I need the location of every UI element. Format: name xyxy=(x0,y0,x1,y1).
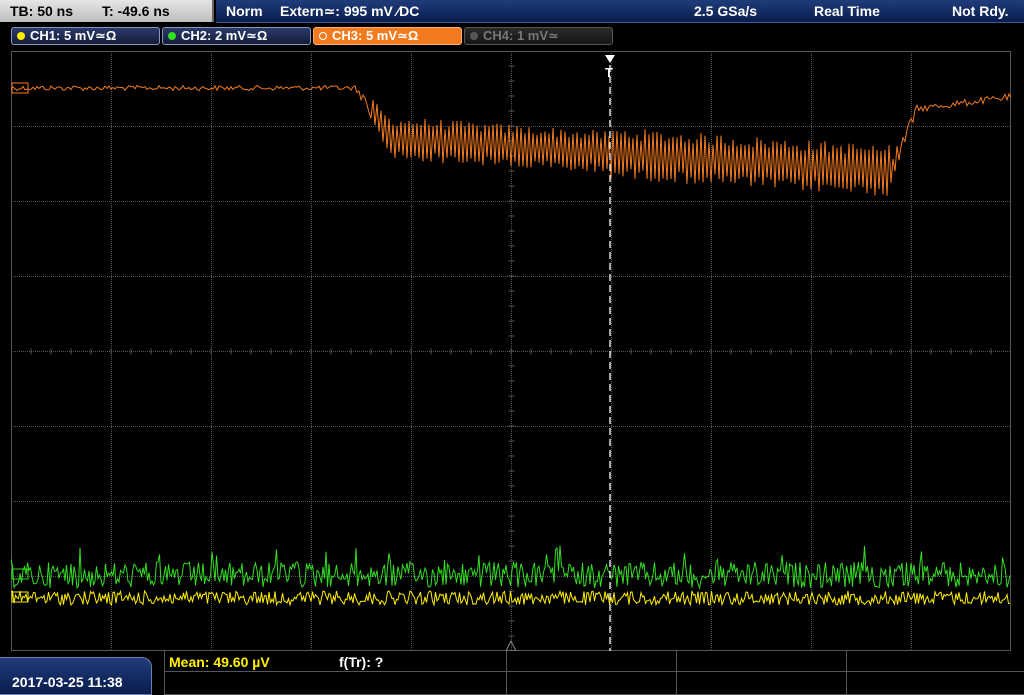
measurement-cell xyxy=(164,672,506,695)
bottom-bar: 2017-03-25 11:38 Mean: 49.60 µV f(Tr): ? xyxy=(0,651,1024,695)
graticule xyxy=(11,51,1011,651)
trigger-marker-icon[interactable] xyxy=(605,55,615,63)
measurement-cell xyxy=(846,651,1024,672)
measurement-cell xyxy=(506,651,676,672)
status-bar: TB: 50 ns T: -49.6 ns Norm Extern≃: 995 … xyxy=(0,0,1024,24)
waveform-canvas: T xyxy=(11,51,1011,651)
channel-bar: CH1: 5 mV≃Ω CH2: 2 mV≃Ω CH3: 5 mV≃Ω CH4:… xyxy=(0,24,1024,48)
channel-ch1-button[interactable]: CH1: 5 mV≃Ω xyxy=(11,27,160,45)
ch4-indicator-icon xyxy=(470,32,478,40)
channel-ch2-button[interactable]: CH2: 2 mV≃Ω xyxy=(162,27,311,45)
timebase-readout: TB: 50 ns xyxy=(10,3,74,19)
ch4-label: CH4: 1 mV≃ xyxy=(483,28,559,43)
trigger-source: Extern≃: 995 mV ∕DC xyxy=(280,3,420,19)
datetime-readout: 2017-03-25 11:38 xyxy=(12,674,123,690)
trigger-time-readout: T: -49.6 ns xyxy=(102,3,170,19)
measurement-cell xyxy=(506,672,676,695)
channel-ch4-button[interactable]: CH4: 1 mV≃ xyxy=(464,27,613,45)
acquisition-mode: Real Time xyxy=(814,3,880,19)
measurement-cell xyxy=(676,672,846,695)
ch2-indicator-icon xyxy=(168,32,176,40)
trigger-status: Not Rdy. xyxy=(952,3,1009,19)
waveform-display[interactable]: T xyxy=(11,51,1011,651)
acquisition-panel[interactable]: Norm Extern≃: 995 mV ∕DC 2.5 GSa/s Real … xyxy=(216,0,1024,23)
channel-ch3-button[interactable]: CH3: 5 mV≃Ω xyxy=(313,27,462,45)
measurement-table[interactable]: Mean: 49.60 µV f(Tr): ? xyxy=(164,651,1024,695)
timebase-panel[interactable]: TB: 50 ns T: -49.6 ns xyxy=(0,0,214,22)
trigger-marker-label: T xyxy=(605,65,613,80)
ch1-label: CH1: 5 mV≃Ω xyxy=(30,28,117,43)
sample-rate: 2.5 GSa/s xyxy=(694,3,758,19)
ch3-label: CH3: 5 mV≃Ω xyxy=(332,28,419,43)
datetime-panel[interactable]: 2017-03-25 11:38 xyxy=(0,657,152,695)
ch1-trace xyxy=(11,589,1011,607)
ch2-label: CH2: 2 mV≃Ω xyxy=(181,28,268,43)
measurement-cell xyxy=(846,672,1024,695)
ch2-trace xyxy=(11,545,1011,590)
measurement-cell xyxy=(676,651,846,672)
mean-measurement: Mean: 49.60 µV xyxy=(169,654,270,670)
frequency-trigger-measurement: f(Tr): ? xyxy=(339,654,384,670)
ch1-indicator-icon xyxy=(17,32,25,40)
trigger-mode: Norm xyxy=(226,3,263,19)
ch3-indicator-icon xyxy=(319,32,327,40)
